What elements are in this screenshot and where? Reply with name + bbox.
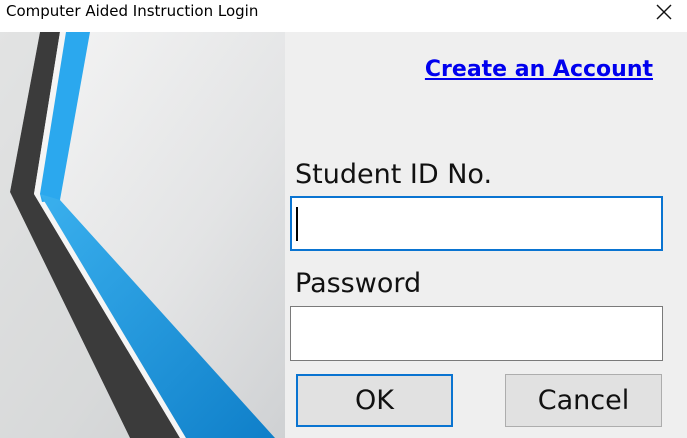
student-id-label: Student ID No. [295, 159, 493, 190]
login-window: Computer Aided Instruction Login Create … [0, 0, 687, 438]
ok-button[interactable]: OK [296, 374, 453, 427]
window-title: Computer Aided Instruction Login [6, 2, 259, 20]
text-caret [296, 207, 298, 241]
dialog-body: Create an Account Student ID No. Passwor… [0, 32, 687, 438]
student-id-input[interactable] [290, 196, 663, 251]
close-icon [656, 4, 672, 20]
password-label: Password [295, 268, 422, 299]
close-button[interactable] [641, 0, 687, 32]
title-bar[interactable]: Computer Aided Instruction Login [0, 0, 687, 32]
decorative-side-graphic [0, 32, 285, 438]
cancel-button[interactable]: Cancel [505, 374, 662, 427]
create-account-link[interactable]: Create an Account [425, 57, 653, 82]
password-input[interactable] [290, 306, 663, 361]
